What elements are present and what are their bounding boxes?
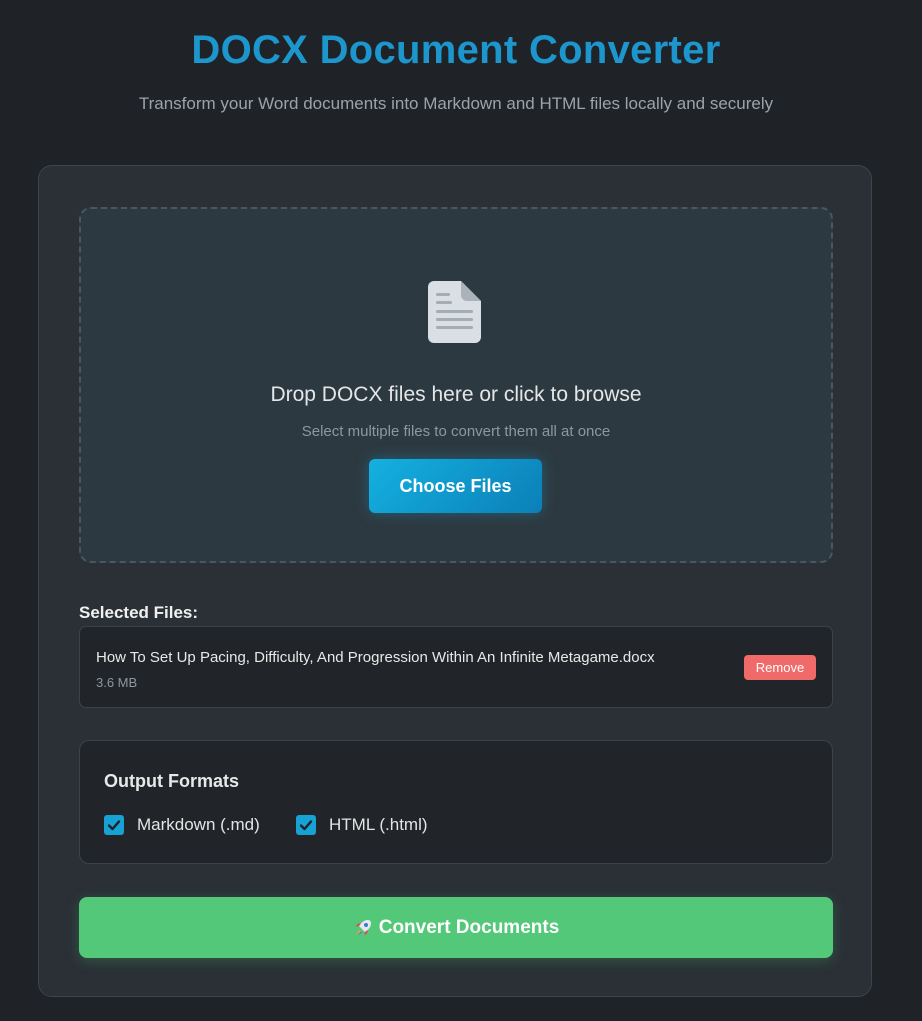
file-list-item: How To Set Up Pacing, Difficulty, And Pr… — [79, 626, 833, 708]
selected-files-label: Selected Files: — [79, 603, 199, 622]
page-title: DOCX Document Converter — [191, 28, 721, 72]
checkmark-icon — [107, 820, 121, 831]
dropzone-subtitle: Select multiple files to convert them al… — [301, 423, 611, 440]
rocket-icon — [353, 918, 373, 938]
convert-button-label: Convert Documents — [378, 916, 560, 938]
convert-documents-button[interactable]: Convert Documents — [79, 897, 833, 958]
output-formats-title: Output Formats — [104, 771, 239, 791]
markdown-checkbox[interactable] — [104, 815, 124, 835]
converter-card: Drop DOCX files here or click to browse … — [38, 165, 872, 997]
page-subtitle: Transform your Word documents into Markd… — [138, 94, 774, 113]
remove-file-button[interactable]: Remove — [744, 655, 816, 680]
file-size: 3.6 MB — [96, 675, 138, 690]
checkmark-icon — [299, 820, 313, 831]
markdown-option-label: Markdown (.md) — [137, 815, 260, 834]
file-dropzone[interactable]: Drop DOCX files here or click to browse … — [79, 207, 833, 563]
choose-files-button[interactable]: Choose Files — [369, 459, 542, 513]
output-formats-panel: Output Formats Markdown (.md) HTML (.htm… — [79, 740, 833, 864]
document-icon — [427, 279, 483, 345]
html-option-label: HTML (.html) — [329, 815, 428, 834]
html-option[interactable]: HTML (.html) — [296, 815, 428, 835]
dropzone-title: Drop DOCX files here or click to browse — [270, 383, 642, 406]
html-checkbox[interactable] — [296, 815, 316, 835]
file-name: How To Set Up Pacing, Difficulty, And Pr… — [96, 649, 655, 666]
page: DOCX Document Converter Transform your W… — [0, 0, 922, 1021]
markdown-option[interactable]: Markdown (.md) — [104, 815, 260, 835]
